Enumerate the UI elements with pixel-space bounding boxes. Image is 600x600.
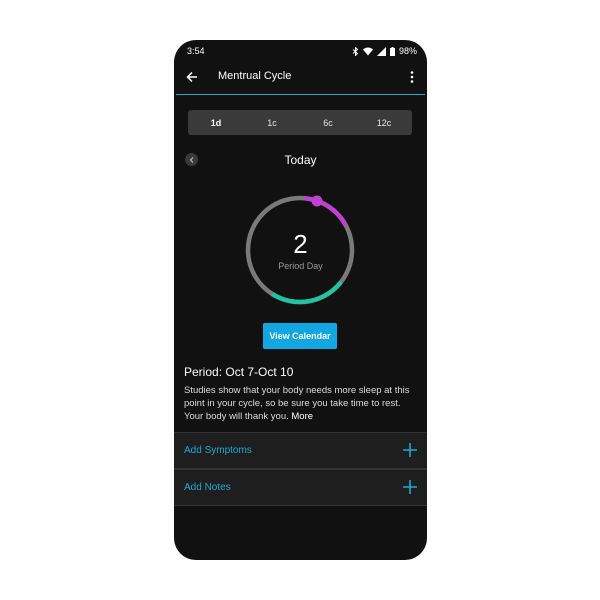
page-title: Mentrual Cycle — [218, 70, 292, 82]
plus-icon[interactable] — [403, 443, 417, 457]
status-time: 3:54 — [187, 46, 205, 56]
battery-level: 98% — [398, 46, 417, 56]
signal-icon — [376, 46, 386, 56]
status-bar: 3:54 98% — [174, 40, 427, 62]
today-marker — [311, 195, 323, 207]
header-divider — [176, 94, 425, 95]
back-button[interactable] — [184, 69, 200, 85]
chevron-left-icon — [189, 156, 193, 163]
plus-icon[interactable] — [403, 480, 417, 494]
add-symptoms-row[interactable]: Add Symptoms — [174, 432, 427, 469]
cycle-day-label: Period Day — [278, 261, 323, 271]
arrow-back-icon — [186, 71, 197, 83]
previous-day-button[interactable] — [185, 153, 198, 166]
cycle-day-number: 2 — [293, 229, 308, 259]
add-symptoms-label: Add Symptoms — [184, 445, 252, 456]
battery-icon — [389, 46, 395, 56]
range-tabs: 1d 1c 6c 12c — [188, 110, 412, 135]
phone-screen: 3:54 98% Mentrual Cycle 1d 1c 6c 12c Tod… — [174, 40, 427, 560]
date-title: Today — [284, 153, 317, 167]
tab-6c[interactable]: 6c — [300, 110, 356, 135]
more-vertical-icon — [410, 71, 414, 83]
bluetooth-icon — [352, 46, 359, 56]
status-icons: 98% — [352, 46, 417, 56]
add-notes-row[interactable]: Add Notes — [174, 469, 427, 506]
tab-1d[interactable]: 1d — [188, 110, 244, 135]
more-link[interactable]: More — [291, 411, 313, 422]
tab-12c[interactable]: 12c — [356, 110, 412, 135]
more-options-button[interactable] — [407, 69, 417, 85]
app-bar: Mentrual Cycle — [174, 62, 427, 94]
wifi-icon — [362, 47, 373, 55]
tab-1c[interactable]: 1c — [244, 110, 300, 135]
view-calendar-button[interactable]: View Calendar — [263, 323, 337, 349]
add-notes-label: Add Notes — [184, 482, 231, 493]
period-description: Studies show that your body needs more s… — [184, 384, 420, 423]
period-title: Period: Oct 7-Oct 10 — [184, 365, 294, 379]
